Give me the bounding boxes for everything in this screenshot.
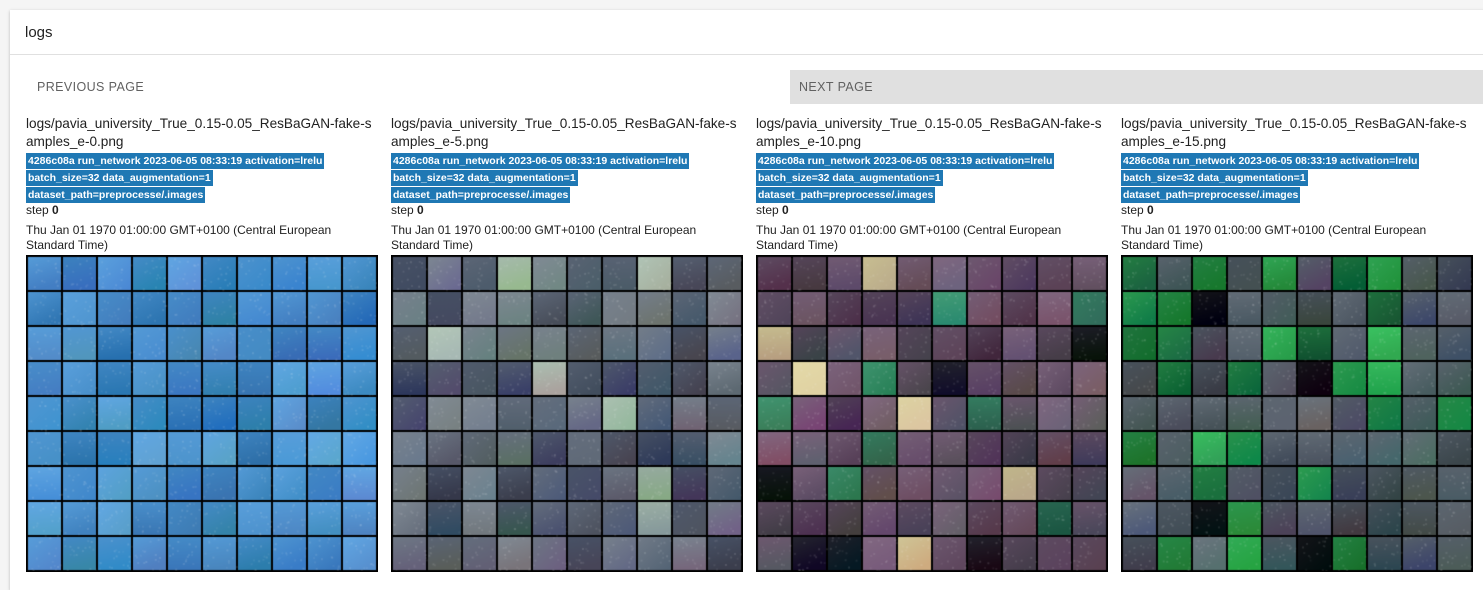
run-tags: 4286c08a run_network 2023-06-05 08:33:19…: [1121, 152, 1473, 203]
sample-image[interactable]: [391, 255, 743, 572]
sample-image-canvas: [757, 256, 1107, 571]
image-card: logs/pavia_university_True_0.15-0.05_Res…: [26, 115, 378, 572]
step-value: 0: [782, 203, 789, 217]
run-tag[interactable]: dataset_path=preprocesse/.images: [756, 187, 936, 203]
previous-page-button[interactable]: PREVIOUS PAGE: [10, 70, 780, 104]
image-title: logs/pavia_university_True_0.15-0.05_Res…: [756, 116, 1102, 149]
image-title: logs/pavia_university_True_0.15-0.05_Res…: [391, 116, 737, 149]
step-info: step 0: [1121, 203, 1473, 218]
next-page-button[interactable]: NEXT PAGE: [790, 70, 1483, 104]
pagination: PREVIOUS PAGE NEXT PAGE: [10, 70, 1483, 105]
run-tag[interactable]: 4286c08a run_network 2023-06-05 08:33:19…: [391, 153, 690, 169]
run-tag[interactable]: dataset_path=preprocesse/.images: [1121, 187, 1301, 203]
run-tag[interactable]: dataset_path=preprocesse/.images: [391, 187, 571, 203]
wall-time: Thu Jan 01 1970 01:00:00 GMT+0100 (Centr…: [391, 223, 697, 252]
run-tag[interactable]: 4286c08a run_network 2023-06-05 08:33:19…: [26, 153, 325, 169]
run-tag[interactable]: batch_size=32 data_augmentation=1: [391, 170, 578, 186]
run-tag[interactable]: batch_size=32 data_augmentation=1: [756, 170, 943, 186]
step-info: step 0: [756, 203, 1108, 218]
run-tag[interactable]: dataset_path=preprocesse/.images: [26, 187, 206, 203]
step-label: step: [26, 203, 49, 217]
step-info: step 0: [391, 203, 743, 218]
sample-image[interactable]: [1121, 255, 1473, 572]
image-card: logs/pavia_university_True_0.15-0.05_Res…: [1121, 115, 1473, 572]
wall-time: Thu Jan 01 1970 01:00:00 GMT+0100 (Centr…: [1121, 223, 1427, 252]
run-tag[interactable]: batch_size=32 data_augmentation=1: [26, 170, 213, 186]
run-tags: 4286c08a run_network 2023-06-05 08:33:19…: [391, 152, 743, 203]
wall-time: Thu Jan 01 1970 01:00:00 GMT+0100 (Centr…: [26, 223, 332, 252]
sample-image[interactable]: [26, 255, 378, 572]
step-label: step: [756, 203, 779, 217]
step-value: 0: [1147, 203, 1154, 217]
card-title: logs: [10, 10, 1483, 55]
sample-image-canvas: [392, 256, 742, 571]
run-tags: 4286c08a run_network 2023-06-05 08:33:19…: [26, 152, 378, 203]
image-title: logs/pavia_university_True_0.15-0.05_Res…: [1121, 116, 1467, 149]
step-value: 0: [417, 203, 424, 217]
step-info: step 0: [26, 203, 378, 218]
step-label: step: [391, 203, 414, 217]
run-tag[interactable]: 4286c08a run_network 2023-06-05 08:33:19…: [756, 153, 1055, 169]
run-tag[interactable]: 4286c08a run_network 2023-06-05 08:33:19…: [1121, 153, 1420, 169]
sample-image[interactable]: [756, 255, 1108, 572]
wall-time: Thu Jan 01 1970 01:00:00 GMT+0100 (Centr…: [756, 223, 1062, 252]
step-value: 0: [52, 203, 59, 217]
sample-image-canvas: [1122, 256, 1472, 571]
run-tag[interactable]: batch_size=32 data_augmentation=1: [1121, 170, 1308, 186]
logs-card: logs PREVIOUS PAGE NEXT PAGE logs/pavia_…: [10, 10, 1483, 590]
step-label: step: [1121, 203, 1144, 217]
sample-image-canvas: [27, 256, 377, 571]
image-card: logs/pavia_university_True_0.15-0.05_Res…: [391, 115, 743, 572]
image-title: logs/pavia_university_True_0.15-0.05_Res…: [26, 116, 372, 149]
run-tags: 4286c08a run_network 2023-06-05 08:33:19…: [756, 152, 1108, 203]
image-card: logs/pavia_university_True_0.15-0.05_Res…: [756, 115, 1108, 572]
